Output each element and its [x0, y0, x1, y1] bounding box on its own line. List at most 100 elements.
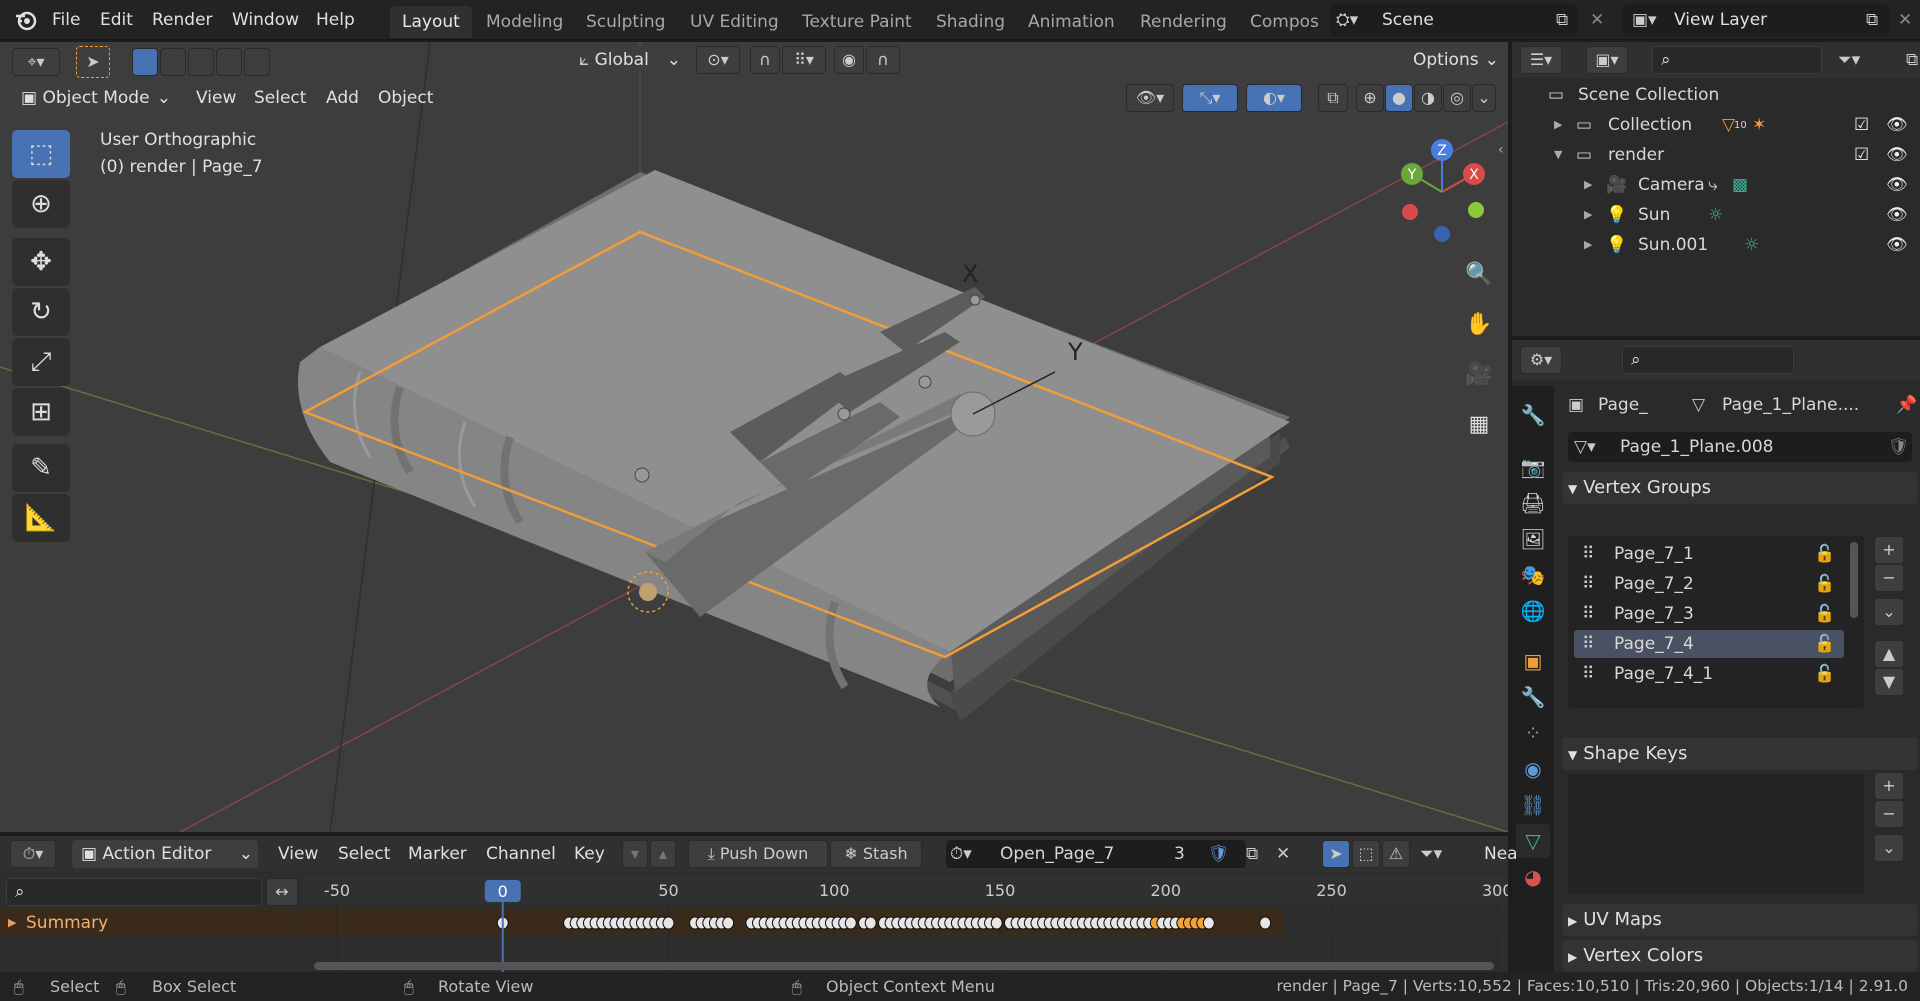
outliner-row-camera[interactable]: ▶ 🎥 Camera ⤷ ▩ 👁 — [1512, 170, 1920, 200]
keyframe[interactable] — [722, 916, 735, 930]
push-down-button[interactable]: ⤓ Push Down — [688, 840, 828, 868]
lock-icon[interactable]: 🔓 — [1814, 570, 1835, 598]
only-errors-toggle[interactable]: ⚠ — [1382, 840, 1410, 868]
cursor-tool[interactable]: ⊕ — [12, 180, 70, 228]
tab-shading[interactable]: Shading — [924, 6, 1017, 38]
duplicate-scene-icon[interactable]: ⧉ — [1556, 4, 1568, 36]
display-mode-button[interactable]: ▣▾ — [1586, 46, 1628, 74]
stash-button[interactable]: ❄ Stash — [830, 840, 922, 868]
output-tab-icon[interactable]: 🖨 — [1516, 486, 1550, 520]
vertex-groups-panel-header[interactable]: ▼ Vertex Groups — [1562, 472, 1918, 504]
blender-logo-icon[interactable] — [14, 8, 38, 32]
selection-mode-group[interactable] — [132, 48, 274, 76]
fake-user-shield-icon[interactable]: 🛡 — [1208, 840, 1230, 868]
modifier-tab-icon[interactable]: 🔧 — [1516, 680, 1550, 714]
select-subtract-icon[interactable] — [188, 48, 214, 76]
outliner-editor-type[interactable]: ☰▾ — [1520, 46, 1562, 74]
show-hidden-toggle[interactable]: ⬚ — [1352, 840, 1380, 868]
select-tool-toggle[interactable]: ➤ — [76, 46, 110, 78]
tool-tab-icon[interactable]: 🔧 — [1516, 398, 1550, 432]
add-vertex-group-button[interactable]: + — [1874, 536, 1904, 564]
vertex-group-item[interactable]: ⠿ Page_7_1 🔓 — [1574, 540, 1844, 568]
dopesheet-menu-view[interactable]: View — [278, 844, 318, 864]
tab-sculpting[interactable]: Sculpting — [574, 6, 677, 38]
timeline-scrollbar[interactable] — [314, 962, 1494, 970]
viewport-menu-object[interactable]: Object — [378, 88, 433, 108]
action-browse-icon[interactable]: ⏱▾ — [950, 840, 972, 868]
uv-maps-panel-header[interactable]: ▶ UV Maps — [1562, 904, 1918, 936]
overlay-toggle[interactable]: ◐▾ — [1246, 84, 1302, 112]
select-intersect-icon[interactable] — [244, 48, 270, 76]
render-tab-icon[interactable]: 📷 — [1516, 450, 1550, 484]
include-checkbox[interactable]: ☑ — [1854, 140, 1869, 170]
zoom-icon[interactable]: 🔍 — [1460, 256, 1498, 294]
keyframe[interactable] — [844, 916, 857, 930]
shape-key-list[interactable] — [1568, 774, 1864, 894]
transform-tool[interactable]: ⊞ — [12, 388, 70, 436]
action-editor-mode-dropdown[interactable]: ▣ Action Editor ⌄ — [72, 840, 258, 868]
outliner-row-collection[interactable]: ▶ ▭ Collection ▽ 10 ✶ ☑ 👁 — [1512, 110, 1920, 140]
vertex-group-item[interactable]: ⠿ Page_7_2 🔓 — [1574, 570, 1844, 598]
material-tab-icon[interactable]: ◕ — [1516, 860, 1550, 894]
vertex-group-scrollbar[interactable] — [1850, 542, 1858, 618]
move-tool[interactable]: ✥ — [12, 238, 70, 286]
collapse-arrow-icon[interactable]: ▼ — [1554, 140, 1562, 170]
mesh-name-field[interactable]: Page_1_Plane.008 — [1620, 432, 1773, 462]
fake-user-shield-icon[interactable]: 🛡 — [1888, 432, 1910, 462]
solid-shading-icon[interactable]: ● — [1385, 84, 1413, 112]
shape-key-specials-button[interactable]: ⌄ — [1874, 834, 1904, 862]
shading-options-icon[interactable]: ⌄ — [1472, 84, 1496, 112]
unlink-action-icon[interactable]: ✕ — [1276, 840, 1290, 868]
select-invert-icon[interactable] — [216, 48, 242, 76]
mesh-datablock-selector[interactable]: ▽▾ Page_1_Plane.008 🛡 — [1568, 432, 1912, 462]
particles-tab-icon[interactable]: ⁘ — [1516, 716, 1550, 750]
xray-toggle[interactable]: ⧉ — [1318, 84, 1348, 112]
navigation-gizmo[interactable]: Z X Y — [1384, 132, 1504, 252]
mesh-data-tab-icon[interactable]: ▽ — [1516, 824, 1550, 858]
view-layer-selector[interactable]: ▣▾ View Layer ⧉ — [1622, 4, 1890, 36]
visibility-eye-icon[interactable]: 👁 — [1886, 170, 1908, 200]
options-dropdown[interactable]: Options ⌄ — [1404, 46, 1500, 74]
only-selected-toggle[interactable]: ➤ — [1322, 840, 1350, 868]
select-extend-icon[interactable] — [160, 48, 186, 76]
sidebar-toggle-icon[interactable]: ‹ — [1498, 142, 1504, 158]
tab-uv-editing[interactable]: UV Editing — [678, 6, 791, 38]
ortho-grid-icon[interactable]: ▦ — [1460, 406, 1498, 444]
keyframe[interactable] — [1202, 916, 1215, 930]
outliner-row-sun-001[interactable]: ▶ 💡 Sun.001 ☼ 👁 — [1512, 230, 1920, 260]
select-box-tool[interactable]: ⬚ — [12, 130, 70, 178]
snap-toggle[interactable]: ∩ — [750, 46, 780, 74]
lock-icon[interactable]: 🔓 — [1814, 630, 1835, 658]
visibility-dropdown[interactable]: 👁▾ — [1126, 84, 1174, 112]
new-collection-icon[interactable]: ⧉ — [1906, 46, 1918, 74]
rendered-shading-icon[interactable]: ◎ — [1443, 84, 1471, 112]
lock-icon[interactable]: 🔓 — [1814, 600, 1835, 628]
world-tab-icon[interactable]: 🌐 — [1516, 594, 1550, 628]
viewport-menu-view[interactable]: View — [196, 88, 236, 108]
menu-file[interactable]: File — [52, 0, 80, 40]
mesh-browse-icon[interactable]: ▽▾ — [1574, 432, 1596, 462]
visibility-eye-icon[interactable]: 👁 — [1886, 230, 1908, 260]
action-user-count[interactable]: 3 — [1174, 840, 1185, 868]
wireframe-shading-icon[interactable]: ⊕ — [1356, 84, 1384, 112]
pan-hand-icon[interactable]: ✋ — [1460, 306, 1498, 344]
vertex-group-item[interactable]: ⠿ Page_7_3 🔓 — [1574, 600, 1844, 628]
material-shading-icon[interactable]: ◑ — [1414, 84, 1442, 112]
move-up-button[interactable]: ▲ — [1874, 640, 1904, 668]
summary-channel[interactable]: ▶ Summary — [0, 910, 298, 936]
snap-target-button[interactable]: ⠿▾ — [782, 46, 826, 74]
vertex-group-item[interactable]: ⠿ Page_7_4 🔓 — [1574, 630, 1844, 658]
rotate-tool[interactable]: ↻ — [12, 288, 70, 336]
vertex-group-item[interactable]: ⠿ Page_7_4_1 🔓 — [1574, 660, 1844, 688]
pin-icon[interactable]: 📌 — [1896, 390, 1917, 420]
gizmo-toggle[interactable]: ⤡▾ — [1182, 84, 1238, 112]
transform-orientation-dropdown[interactable]: ⟀ Global ⌄ — [570, 46, 688, 74]
keyframe[interactable] — [1259, 916, 1272, 930]
keyframe[interactable] — [864, 916, 877, 930]
object-mode-dropdown[interactable]: ▣ Object Mode ⌄ — [12, 84, 176, 112]
physics-tab-icon[interactable]: ◉ — [1516, 752, 1550, 786]
tab-texture-paint[interactable]: Texture Paint — [790, 6, 924, 38]
dopesheet-menu-select[interactable]: Select — [338, 844, 390, 864]
expand-arrow-icon[interactable]: ▶ — [1584, 170, 1592, 200]
3d-viewport[interactable]: Y X ⌖▾ ➤ ⟀ Global ⌄ ⊙▾ ∩ ⠿▾ ◉ ∩ Options ⌄ … — [0, 42, 1508, 832]
